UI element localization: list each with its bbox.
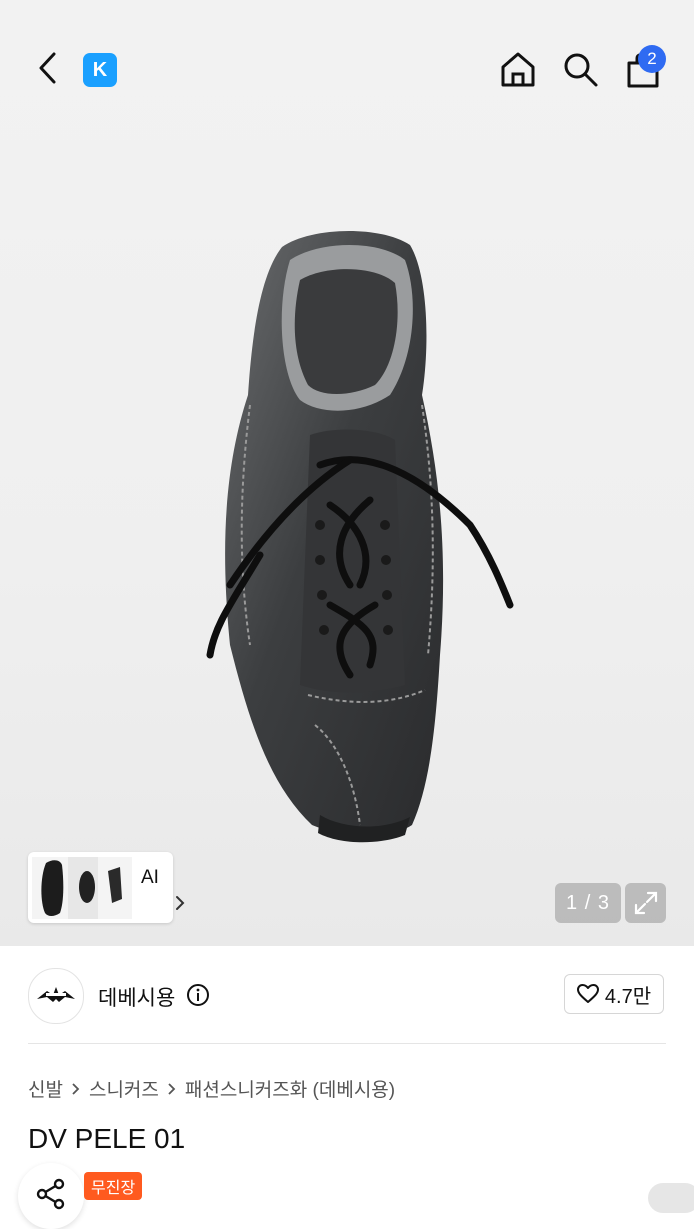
breadcrumb-item[interactable]: 스니커즈: [89, 1075, 159, 1102]
home-icon: [501, 52, 535, 87]
like-button[interactable]: 4.7만: [564, 974, 664, 1014]
top-navigation-bar: K 2: [0, 0, 694, 140]
breadcrumb: 신발 스니커즈 패션스니커즈화 (데베시용): [28, 1075, 395, 1102]
chevron-right-icon: [168, 1082, 176, 1095]
app-logo-letter: K: [92, 58, 108, 81]
expand-icon: [634, 891, 657, 915]
product-image-gallery[interactable]: K 2 AI 1 / 3: [0, 0, 694, 946]
floating-pill[interactable]: [648, 1183, 694, 1213]
search-button[interactable]: [557, 46, 603, 92]
chevron-right-icon: [176, 896, 185, 910]
seller-avatar[interactable]: [28, 968, 84, 1024]
cart-count-badge: 2: [638, 45, 666, 73]
image-pager: 1 / 3: [555, 883, 621, 923]
seller-logo-icon: [37, 987, 75, 1002]
product-title: DV PELE 01: [28, 1123, 186, 1154]
breadcrumb-item[interactable]: 패션스니커즈화 (데베시용): [185, 1075, 395, 1102]
home-button[interactable]: [495, 46, 541, 92]
app-logo-button[interactable]: K: [83, 53, 117, 87]
product-shoe-image: [206, 230, 514, 843]
info-icon[interactable]: [186, 983, 210, 1007]
breadcrumb-item[interactable]: 신발: [28, 1075, 63, 1102]
back-button[interactable]: [28, 48, 68, 88]
heart-icon: [576, 984, 599, 1003]
share-icon: [36, 1178, 65, 1210]
ai-label: AI: [141, 867, 159, 888]
chevron-right-icon: [72, 1082, 80, 1095]
seller-row: 데베시용 4.7만: [0, 946, 694, 1044]
free-shipping-badge: 무진장: [84, 1172, 143, 1200]
fullscreen-button[interactable]: [625, 883, 666, 923]
thumbnail-strip-image: [32, 857, 132, 919]
seller-name[interactable]: 데베시용: [98, 982, 175, 1012]
divider: [28, 1043, 666, 1044]
ai-thumbnail-card[interactable]: AI: [28, 852, 185, 923]
share-button[interactable]: [18, 1163, 84, 1229]
chevron-left-icon: [39, 52, 56, 84]
like-count: 4.7만: [604, 985, 652, 1008]
search-icon: [564, 53, 598, 87]
